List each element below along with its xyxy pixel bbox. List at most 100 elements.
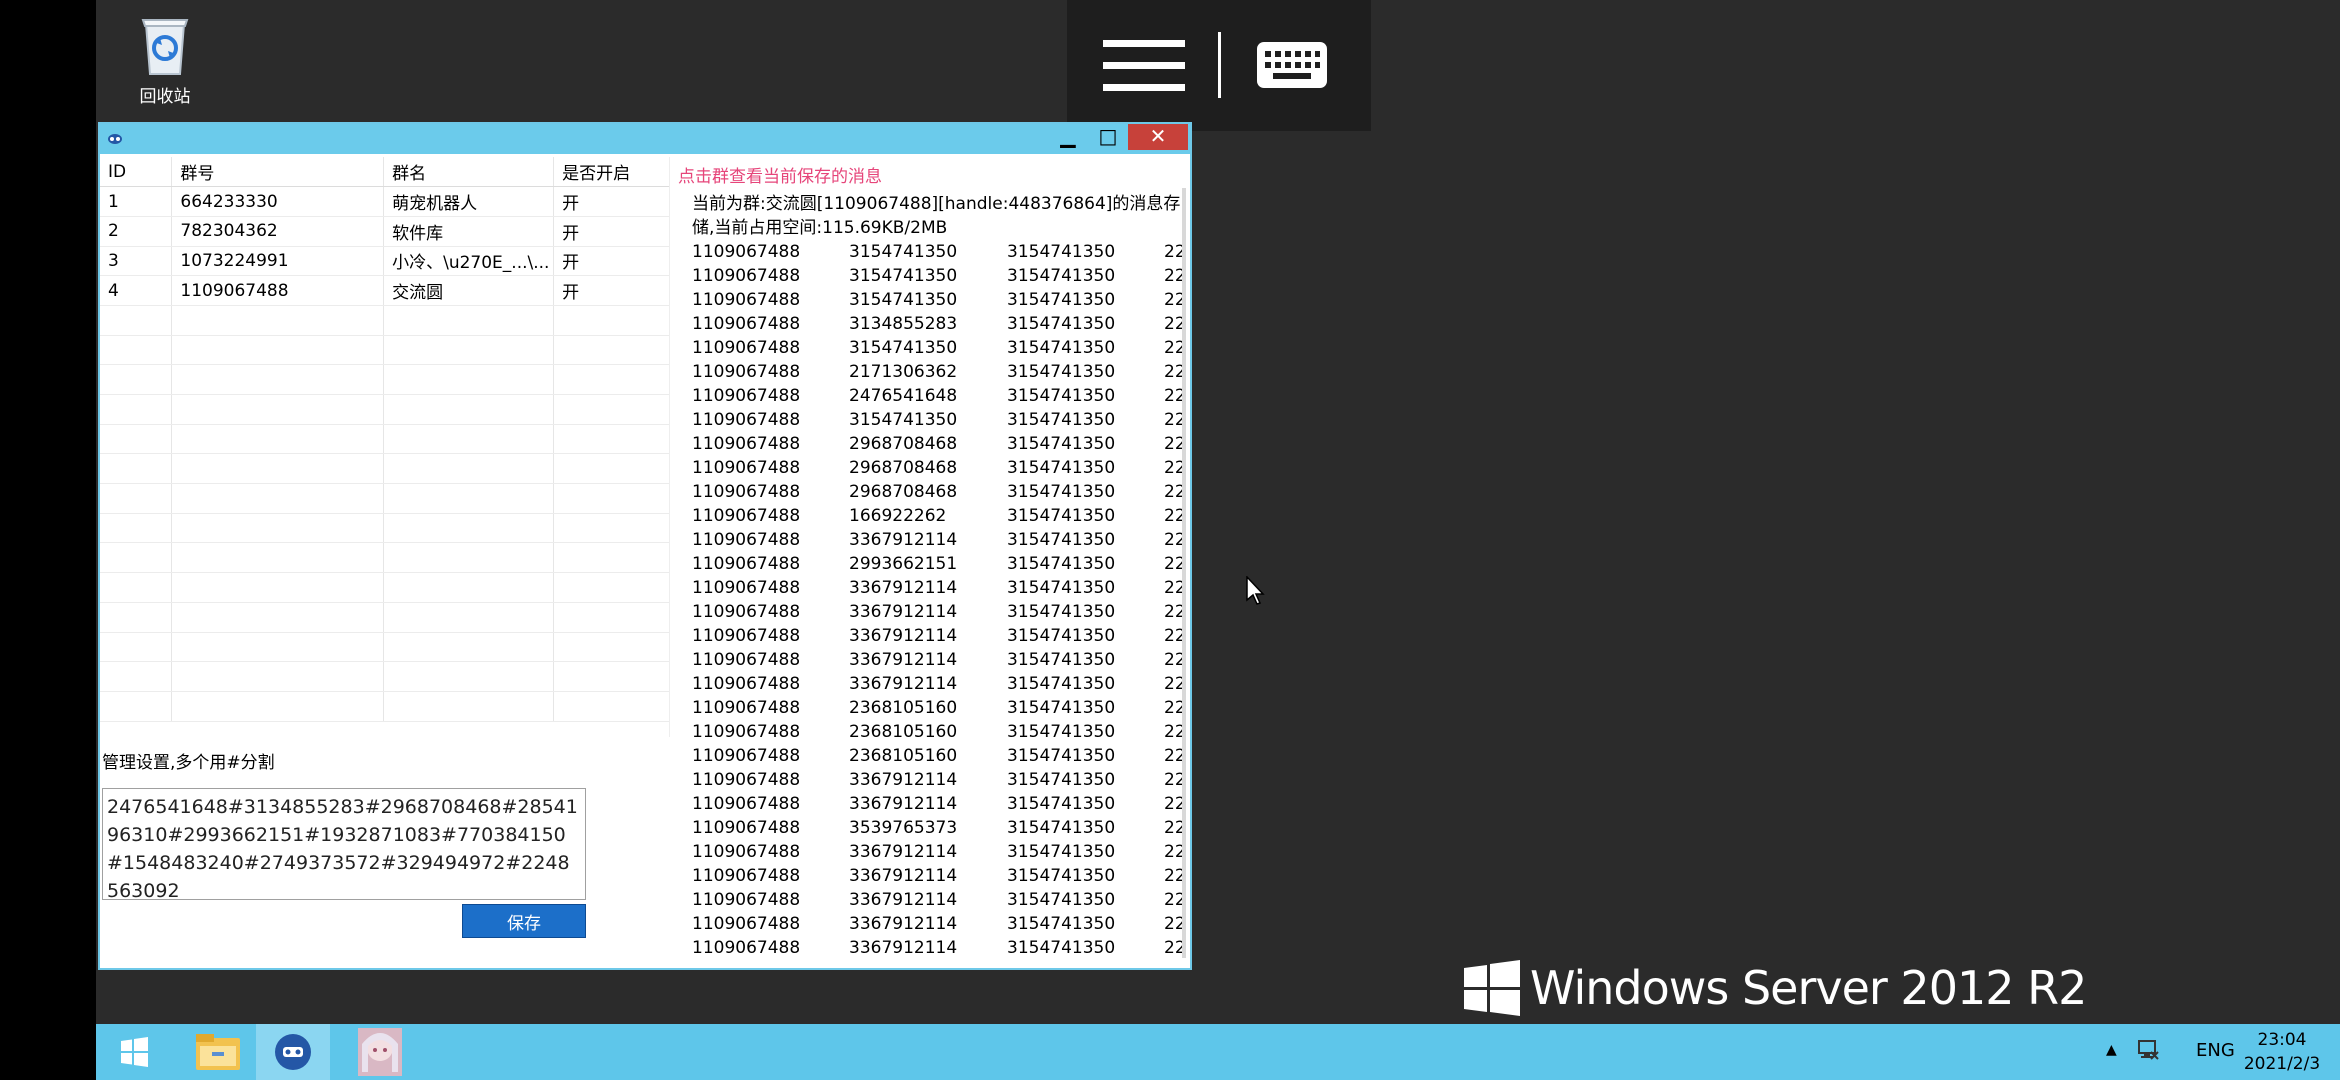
cell-group-name	[383, 424, 555, 455]
message-group-id: 1109067488	[692, 314, 801, 334]
cell-id	[100, 364, 173, 395]
column-header-group-number[interactable]: 群号	[171, 157, 385, 188]
network-icon[interactable]	[2136, 1038, 2160, 1062]
taskbar-app-icon[interactable]	[256, 1024, 330, 1080]
desktop: 回收站 ▁ □ ✕ ID 群号 群名 是否开启 1 664233330 萌宠机器…	[96, 0, 2340, 1080]
message-field: 222	[1164, 362, 1186, 382]
message-bot-id: 3154741350	[1007, 938, 1116, 958]
message-group-id: 1109067488	[692, 626, 801, 646]
empty-table-row	[100, 632, 669, 663]
cell-group-number: 664233330	[171, 186, 385, 217]
message-sender-id: 3367912114	[849, 794, 958, 814]
minimize-button[interactable]: ▁	[1050, 124, 1086, 150]
list-item: 1109067488 3367912114 3154741350 222	[692, 600, 1186, 624]
message-group-id: 1109067488	[692, 338, 801, 358]
message-field: 222	[1164, 602, 1186, 622]
cell-group-name	[383, 394, 555, 425]
message-bot-id: 3154741350	[1007, 722, 1116, 742]
message-field: 222	[1164, 242, 1186, 262]
recycle-bin[interactable]: 回收站	[110, 8, 220, 107]
cell-id	[100, 453, 173, 485]
list-item: 1109067488 3154741350 3154741350 222	[692, 408, 1186, 432]
start-button[interactable]	[104, 1024, 164, 1080]
message-sender-id: 3367912114	[849, 530, 958, 550]
message-group-id: 1109067488	[692, 842, 801, 862]
cell-enabled	[553, 305, 669, 336]
cell-enabled: 开	[553, 275, 669, 306]
list-item: 1109067488 2968708468 3154741350 222	[692, 480, 1182, 504]
message-field: 222	[1164, 746, 1186, 766]
message-sender-id: 3134855283	[849, 314, 958, 334]
message-bot-id: 3154741350	[1007, 266, 1116, 286]
message-bot-id: 3154741350	[1007, 362, 1116, 382]
empty-table-row	[100, 602, 669, 633]
empty-table-row	[100, 691, 669, 722]
clock-date: 2021/2/3	[2243, 1054, 2321, 1074]
message-bot-id: 3154741350	[1007, 506, 1116, 526]
messages-hint-link[interactable]: 点击群查看当前保存的消息	[678, 162, 882, 187]
message-field: 222	[1164, 626, 1186, 646]
table-row[interactable]: 3 1073224991 小冷、\u270E_...\... 开	[100, 246, 669, 277]
cell-group-name	[383, 542, 555, 574]
cell-enabled	[553, 335, 669, 366]
save-button[interactable]: 保存	[462, 904, 586, 938]
menu-icon[interactable]	[1103, 40, 1185, 92]
remote-toolbar	[1067, 0, 1371, 131]
cell-group-name: 萌宠机器人	[383, 186, 555, 217]
message-field: 222	[1164, 314, 1186, 334]
empty-table-row	[100, 661, 669, 692]
message-field: 222	[1164, 794, 1186, 814]
cell-group-name	[383, 513, 555, 544]
column-header-group-name[interactable]: 群名	[383, 157, 555, 188]
table-row[interactable]: 4 1109067488 交流圆开	[100, 275, 669, 306]
file-explorer-icon[interactable]	[184, 1024, 252, 1080]
message-field: 222	[1164, 410, 1186, 430]
message-group-id: 1109067488	[692, 362, 801, 382]
message-bot-id: 3154741350	[1007, 338, 1116, 358]
window-titlebar[interactable]: ▁ □ ✕	[100, 124, 1190, 154]
windows-logo-icon	[1464, 960, 1520, 1016]
clock[interactable]: 23:04 2021/2/3	[2232, 1028, 2332, 1076]
message-sender-id: 2368105160	[849, 746, 958, 766]
list-item: 1109067488 3367912114 3154741350 222	[692, 672, 1182, 696]
message-bot-id: 3154741350	[1007, 530, 1116, 550]
message-group-id: 1109067488	[692, 482, 801, 502]
list-item: 1109067488 3367912114 3154741350 222	[692, 936, 1182, 958]
cell-group-name	[383, 661, 555, 692]
close-button[interactable]: ✕	[1128, 124, 1188, 150]
table-row[interactable]: 1 664233330 萌宠机器人开	[100, 186, 669, 217]
cell-id	[100, 542, 173, 574]
column-header-id[interactable]: ID	[100, 157, 173, 188]
list-item: 1109067488 3367912114 3154741350 222	[692, 624, 1186, 648]
message-sender-id: 3367912114	[849, 650, 958, 670]
group-grid[interactable]: ID 群号 群名 是否开启 1 664233330 萌宠机器人开 2 782304362…	[100, 157, 670, 737]
cell-group-name	[383, 632, 555, 663]
tray-overflow-arrow[interactable]: ▲	[2106, 1042, 2117, 1058]
cell-group-number	[171, 394, 385, 425]
message-bot-id: 3154741350	[1007, 674, 1116, 694]
taskbar: ▲ ENG 23:04 2021/2/3	[96, 1024, 2340, 1080]
taskbar-avatar-app-icon[interactable]	[348, 1024, 410, 1080]
message-bot-id: 3154741350	[1007, 842, 1116, 862]
cell-group-number	[171, 602, 385, 633]
message-group-id: 1109067488	[692, 770, 801, 790]
keyboard-icon[interactable]	[1255, 40, 1329, 90]
language-indicator[interactable]: ENG	[2196, 1040, 2235, 1061]
cell-enabled	[553, 542, 669, 574]
cell-group-name: 小冷、\u270E_...\...	[383, 246, 555, 277]
admin-ids-textarea[interactable]	[102, 788, 586, 900]
cell-group-number	[171, 335, 385, 366]
message-group-id: 1109067488	[692, 434, 801, 454]
cell-enabled: 开	[553, 246, 669, 277]
column-header-enabled[interactable]: 是否开启	[553, 157, 669, 188]
list-item: 1109067488 2368105160 3154741350 222	[692, 744, 1186, 768]
message-bot-id: 3154741350	[1007, 290, 1116, 310]
message-sender-id: 3154741350	[849, 410, 958, 430]
message-group-id: 1109067488	[692, 602, 801, 622]
cell-group-number	[171, 453, 385, 485]
table-row[interactable]: 2 782304362 软件库开	[100, 216, 669, 247]
list-item: 1109067488 3367912114 3154741350 222	[692, 768, 1182, 792]
messages-header: 当前为群:交流圆[1109067488][handle:448376864]的消…	[692, 194, 1181, 238]
maximize-button[interactable]: □	[1090, 124, 1126, 150]
messages-panel[interactable]: 当前为群:交流圆[1109067488][handle:448376864]的消…	[676, 188, 1186, 958]
